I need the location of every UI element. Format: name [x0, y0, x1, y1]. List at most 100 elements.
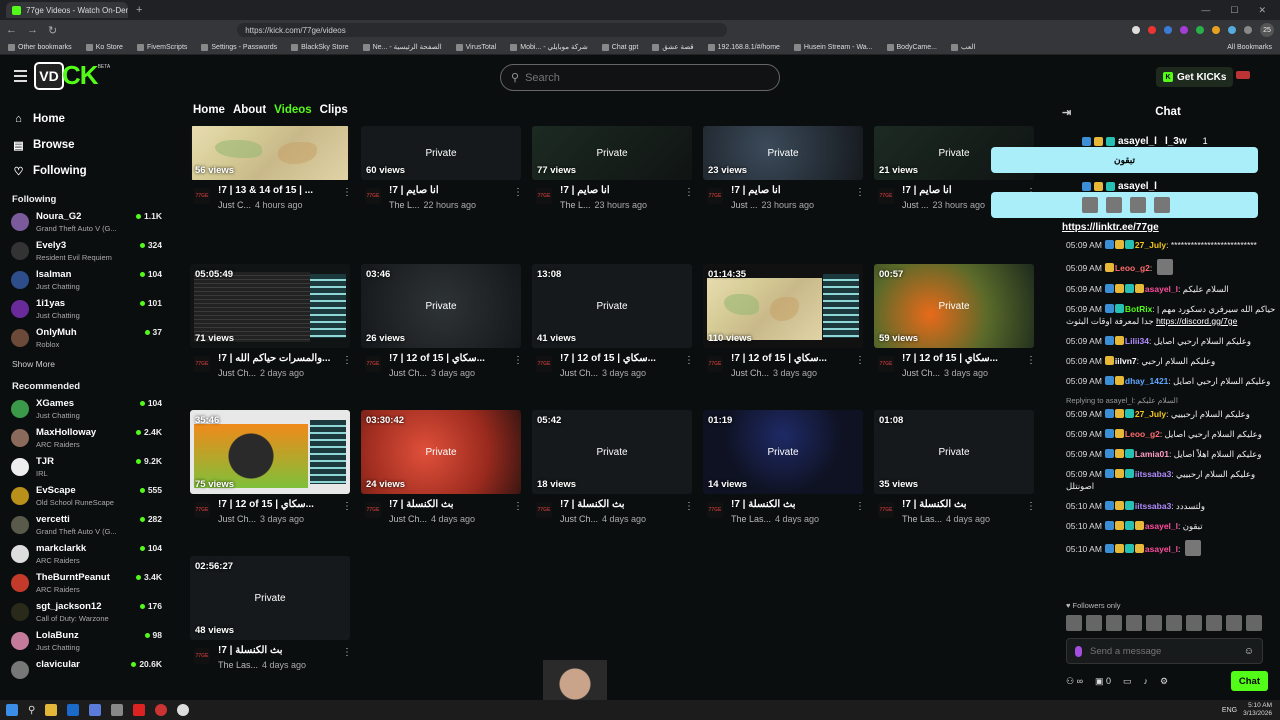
video-thumbnail[interactable]: Private 77 views: [532, 126, 692, 180]
channel-row[interactable]: XGames Just Chatting 104: [0, 395, 172, 424]
video-title[interactable]: !7 | 12 of 15 | سكاي...: [218, 499, 342, 510]
get-kicks-button[interactable]: K Get KICKs: [1156, 67, 1234, 87]
message-username[interactable]: iitssaba3: [1135, 469, 1171, 479]
message-username[interactable]: asayel_l: [1145, 284, 1178, 294]
bookmark-item[interactable]: 192.168.8.1/#/home: [707, 43, 780, 51]
video-title[interactable]: !7 | انا صايم: [560, 185, 684, 196]
video-channel[interactable]: The Las...: [218, 660, 258, 670]
more-options-icon[interactable]: ⋮: [513, 501, 523, 535]
extension-icon[interactable]: [1164, 26, 1172, 34]
new-tab-icon[interactable]: +: [136, 4, 142, 16]
mic-icon[interactable]: [1075, 645, 1082, 657]
extension-icon[interactable]: [1148, 26, 1156, 34]
discord-icon[interactable]: [89, 704, 102, 716]
tab-home[interactable]: Home: [193, 104, 225, 116]
bookmark-item[interactable]: Other bookmarks: [8, 43, 72, 51]
more-options-icon[interactable]: ⋮: [342, 501, 352, 535]
video-title[interactable]: !7 | بث الكنسلة: [731, 499, 855, 510]
video-channel[interactable]: Just C...: [218, 200, 251, 210]
pinned-link[interactable]: https://linktr.ee/77ge: [1062, 222, 1159, 233]
chrome-icon[interactable]: [177, 704, 190, 716]
video-card[interactable]: 02:56:27 Private 48 views 77GE !7 | بث الكنس…: [190, 556, 352, 681]
video-card[interactable]: 35:46 75 views 77GE !7 | 12 of 15 | سكاي...…: [190, 410, 352, 535]
bookmark-item[interactable]: Ko Store: [85, 43, 123, 51]
emote[interactable]: [1186, 615, 1202, 631]
message-username[interactable]: asayel_l: [1145, 521, 1178, 531]
video-card[interactable]: 56 views 77GE !7 | 13 & 14 of 15 | ... Just…: [190, 126, 352, 221]
more-options-icon[interactable]: ⋮: [1026, 501, 1036, 535]
video-title[interactable]: !7 | بث الكنسلة: [902, 499, 1026, 510]
bookmark-item[interactable]: العب: [950, 43, 975, 51]
bell-icon[interactable]: ♪: [1144, 676, 1149, 686]
video-thumbnail[interactable]: 03:30:42 Private 24 views: [361, 410, 521, 494]
message-username[interactable]: Leoo_g2: [1125, 429, 1160, 439]
video-title[interactable]: !7 | والمسرات حياكم الله...: [218, 353, 342, 364]
message-username[interactable]: asayel_l: [1145, 544, 1178, 554]
video-title[interactable]: !7 | 12 of 15 | سكاي...: [731, 353, 855, 364]
channel-row[interactable]: lsalman Just Chatting 104: [0, 266, 172, 295]
windows-start-icon[interactable]: [6, 704, 18, 716]
maximize-icon[interactable]: ☐: [1230, 5, 1238, 16]
sidebar-item-following[interactable]: ♡ Following: [0, 158, 172, 184]
video-title[interactable]: !7 | بث الكنسلة: [560, 499, 684, 510]
video-thumbnail[interactable]: 01:08 Private 35 views: [874, 410, 1034, 494]
channel-row[interactable]: EvScape Old School RuneScape 555: [0, 482, 172, 511]
video-thumbnail[interactable]: 05:42 Private 18 views: [532, 410, 692, 494]
emote[interactable]: [1146, 615, 1162, 631]
message-username[interactable]: 27_July: [1135, 240, 1166, 250]
video-title[interactable]: !7 | 12 of 15 | سكاي...: [902, 353, 1026, 364]
send-message-box[interactable]: ☺: [1066, 638, 1263, 664]
tab-clips[interactable]: Clips: [320, 104, 348, 116]
emote[interactable]: [1246, 615, 1262, 631]
video-channel[interactable]: Just Ch...: [560, 514, 598, 524]
extension-icon[interactable]: [1228, 26, 1236, 34]
video-card[interactable]: Private 23 views 77GE !7 | انا صايم Just ...…: [703, 126, 865, 221]
bookmark-item[interactable]: Mobi... - شركة موبايلي: [510, 43, 588, 51]
extension-icon[interactable]: [1244, 26, 1252, 34]
video-title[interactable]: !7 | 12 of 15 | سكاي...: [389, 353, 513, 364]
message-username[interactable]: Lilii34: [1125, 336, 1149, 346]
back-icon[interactable]: ←: [6, 24, 17, 36]
bookmark-item[interactable]: Ne... - الصفحة الرئيسية: [362, 43, 442, 51]
video-card[interactable]: 05:42 Private 18 views 77GE !7 | بث الكنسلة J…: [532, 410, 694, 535]
steam-icon[interactable]: [67, 704, 80, 716]
emote[interactable]: [1106, 615, 1122, 631]
message-username[interactable]: iilvn7: [1115, 356, 1137, 366]
show-more-link[interactable]: Show More: [0, 359, 172, 373]
message-username[interactable]: dhay_1421: [1125, 376, 1168, 386]
channel-row[interactable]: sgt_jackson12 Call of Duty: Warzone 176: [0, 598, 172, 627]
kicks-counter[interactable]: ▣ 0: [1095, 676, 1111, 687]
more-options-icon[interactable]: ⋮: [342, 355, 352, 389]
video-channel[interactable]: Just Ch...: [389, 368, 427, 378]
reload-icon[interactable]: ↻: [48, 24, 57, 37]
video-thumbnail[interactable]: 01:19 Private 14 views: [703, 410, 863, 494]
video-title[interactable]: !7 | بث الكنسلة: [218, 645, 342, 656]
video-thumbnail[interactable]: 13:08 Private 41 views: [532, 264, 692, 348]
video-thumbnail[interactable]: 56 views: [190, 126, 350, 180]
video-thumbnail[interactable]: 35:46 75 views: [190, 410, 350, 494]
video-title[interactable]: !7 | 12 of 15 | سكاي...: [560, 353, 684, 364]
video-card[interactable]: 00:57 Private 59 views 77GE !7 | 12 of 15 | …: [874, 264, 1036, 389]
user-menu-icon[interactable]: [1236, 71, 1250, 79]
video-channel[interactable]: Just Ch...: [218, 514, 256, 524]
bookmark-item[interactable]: BodyCame...: [886, 43, 937, 51]
video-card[interactable]: 01:14:35 110 views 77GE !7 | 12 of 15 | سكا…: [703, 264, 865, 389]
extension-icon[interactable]: [1180, 26, 1188, 34]
video-channel[interactable]: Just ...: [902, 200, 929, 210]
channel-row[interactable]: LolaBunz Just Chatting 98: [0, 627, 172, 656]
emoji-icon[interactable]: ☺: [1244, 646, 1254, 657]
video-thumbnail[interactable]: Private 23 views: [703, 126, 863, 180]
minimize-icon[interactable]: —: [1201, 5, 1210, 16]
tray-clock[interactable]: 5:10 AM 3/13/2026: [1243, 702, 1272, 718]
video-thumbnail[interactable]: 00:57 Private 59 views: [874, 264, 1034, 348]
message-username[interactable]: BotRix: [1125, 304, 1152, 314]
bookmark-item[interactable]: قصة عشق: [652, 43, 694, 51]
video-channel[interactable]: Just Ch...: [731, 368, 769, 378]
video-thumbnail[interactable]: 02:56:27 Private 48 views: [190, 556, 350, 640]
more-options-icon[interactable]: ⋮: [855, 355, 865, 389]
more-options-icon[interactable]: ⋮: [342, 647, 352, 681]
channel-row[interactable]: TheBurntPeanut ARC Raiders 3.4K: [0, 569, 172, 598]
more-options-icon[interactable]: ⋮: [513, 355, 523, 389]
video-thumbnail[interactable]: 01:14:35 110 views: [703, 264, 863, 348]
more-options-icon[interactable]: ⋮: [684, 187, 694, 221]
